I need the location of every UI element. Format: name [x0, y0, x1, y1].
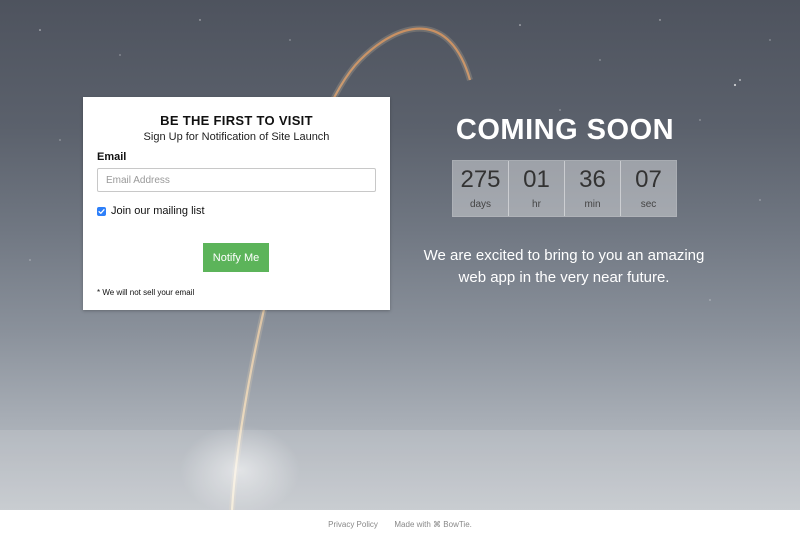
countdown-hours: 01 hr: [509, 161, 565, 216]
page-footer: Privacy Policy Made with ⌘ BowTie.: [0, 510, 800, 544]
made-with-bowtie-link[interactable]: Made with ⌘ BowTie.: [394, 520, 472, 529]
signup-card: BE THE FIRST TO VISIT Sign Up for Notifi…: [83, 97, 390, 310]
signup-title: BE THE FIRST TO VISIT: [160, 113, 313, 128]
countdown-minutes-value: 36: [579, 166, 606, 193]
landing-page: BE THE FIRST TO VISIT Sign Up for Notifi…: [0, 0, 800, 544]
mailing-list-label: Join our mailing list: [111, 205, 205, 217]
mailing-list-option[interactable]: Join our mailing list: [97, 205, 205, 217]
countdown-days: 275 days: [453, 161, 509, 216]
notify-me-button[interactable]: Notify Me: [203, 243, 269, 272]
launch-tagline: We are excited to bring to you an amazin…: [423, 247, 705, 286]
countdown-days-unit: days: [469, 199, 492, 210]
countdown-hours-unit: hr: [532, 199, 541, 210]
privacy-policy-link[interactable]: Privacy Policy: [328, 520, 378, 529]
countdown-seconds-value: 07: [635, 166, 662, 193]
countdown-minutes: 36 min: [565, 161, 621, 216]
email-label: Email: [97, 151, 127, 163]
privacy-disclaimer: * We will not sell your email: [97, 288, 195, 297]
countdown-seconds: 07 sec: [621, 161, 676, 216]
countdown-hours-value: 01: [523, 166, 550, 193]
checkmark-icon: [98, 208, 105, 214]
countdown-minutes-unit: min: [584, 199, 601, 210]
horizon-haze: [0, 430, 800, 510]
countdown-seconds-unit: sec: [640, 199, 657, 210]
countdown-timer: 275 days 01 hr 36 min 07 sec: [452, 160, 677, 217]
countdown-days-value: 275: [460, 166, 501, 193]
coming-soon-heading: COMING SOON: [455, 114, 675, 146]
mailing-list-checkbox[interactable]: [97, 206, 106, 216]
email-field[interactable]: [97, 168, 376, 192]
signup-subtitle: Sign Up for Notification of Site Launch: [143, 131, 330, 143]
